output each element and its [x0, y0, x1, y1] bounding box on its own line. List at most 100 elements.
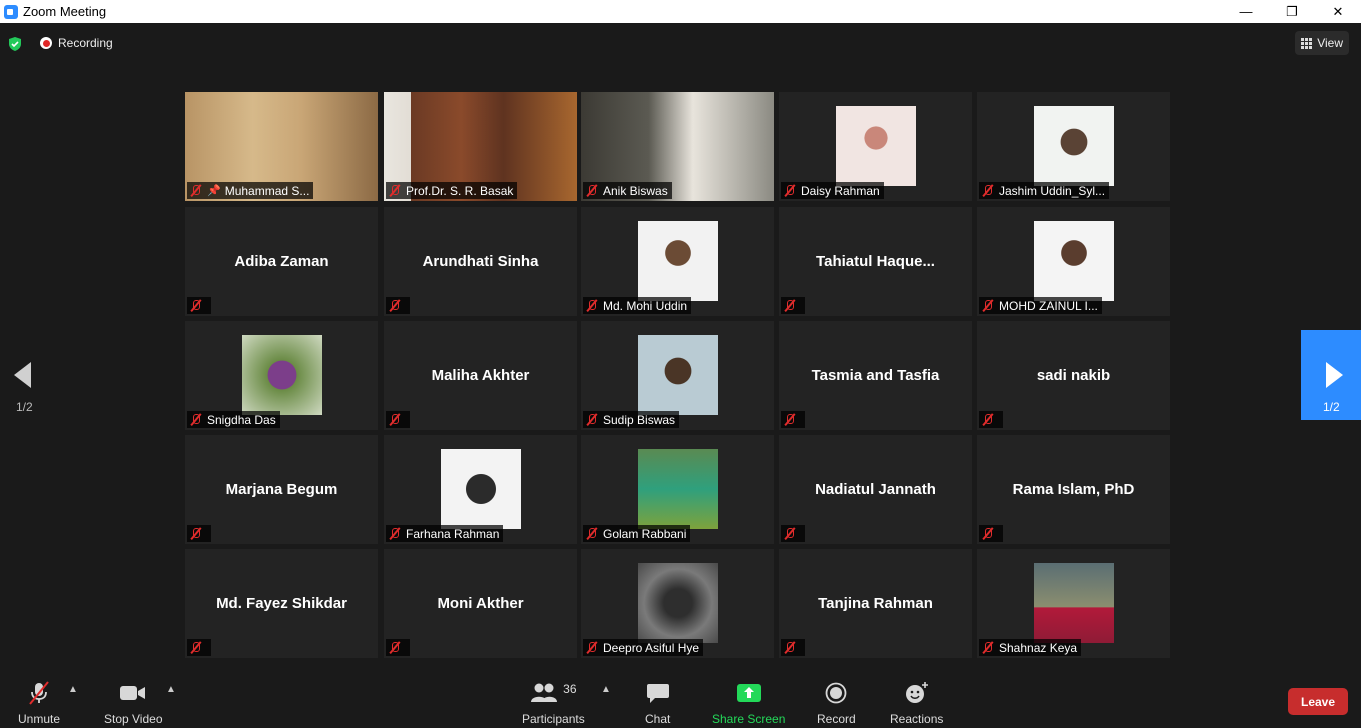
- participant-tile[interactable]: Deepro Asiful Hye: [581, 549, 774, 658]
- participant-name-label: Snigdha Das: [207, 412, 276, 427]
- unmute-button[interactable]: Unmute: [18, 680, 60, 726]
- participant-name-label: Sudip Biswas: [603, 412, 676, 427]
- participant-name-bar: [979, 411, 1003, 428]
- participant-name-bar: [781, 411, 805, 428]
- record-label: Record: [817, 712, 856, 726]
- participant-profile-photo: [1033, 106, 1114, 186]
- recording-dot-icon: [40, 37, 52, 49]
- participant-profile-photo: [1033, 563, 1114, 643]
- participant-tile[interactable]: Rama Islam, PhD: [977, 435, 1170, 544]
- meeting-toolbar: Unmute ▲ Stop Video ▲ 36 Participants ▲: [0, 670, 1361, 728]
- muted-mic-icon: [982, 299, 994, 312]
- record-icon: [825, 682, 847, 704]
- participant-name-label: Shahnaz Keya: [999, 640, 1078, 655]
- participant-tile[interactable]: Anik Biswas: [581, 92, 774, 201]
- participant-tile[interactable]: Prof.Dr. S. R. Basak: [384, 92, 577, 201]
- participant-tile[interactable]: Adiba Zaman: [185, 207, 378, 316]
- leave-button[interactable]: Leave: [1288, 688, 1348, 715]
- view-button[interactable]: View: [1295, 31, 1349, 55]
- participant-tile[interactable]: Arundhati Sinha: [384, 207, 577, 316]
- chat-button[interactable]: Chat: [645, 680, 670, 726]
- participant-display-name: Tasmia and Tasfia: [811, 367, 940, 384]
- reactions-button[interactable]: Reactions: [890, 680, 943, 726]
- participant-display-name: sadi nakib: [1036, 367, 1111, 384]
- participant-name-bar: Shahnaz Keya: [979, 639, 1082, 656]
- participant-name-bar: Golam Rabbani: [583, 525, 691, 542]
- participant-name-bar: [781, 639, 805, 656]
- participant-tile[interactable]: Daisy Rahman: [779, 92, 972, 201]
- participant-name-bar: Prof.Dr. S. R. Basak: [386, 182, 518, 199]
- minimize-button[interactable]: —: [1223, 0, 1269, 23]
- participant-name-label: Golam Rabbani: [603, 526, 687, 541]
- participant-name-bar: [187, 297, 211, 314]
- muted-mic-icon: [389, 527, 401, 540]
- participant-tile[interactable]: Md. Mohi Uddin: [581, 207, 774, 316]
- participant-tile[interactable]: Tanjina Rahman: [779, 549, 972, 658]
- participant-tile[interactable]: Snigdha Das: [185, 321, 378, 430]
- participants-options-caret-icon[interactable]: ▲: [601, 684, 611, 695]
- view-label: View: [1317, 36, 1343, 50]
- recording-indicator[interactable]: Recording: [40, 36, 113, 50]
- record-button[interactable]: Record: [817, 680, 856, 726]
- participant-name-bar: [979, 525, 1003, 542]
- participant-tile[interactable]: Sudip Biswas: [581, 321, 774, 430]
- participants-label: Participants: [522, 712, 585, 726]
- participant-tile[interactable]: Jashim Uddin_Syl...: [977, 92, 1170, 201]
- participant-name-bar: [386, 297, 410, 314]
- participants-button[interactable]: 36 Participants: [522, 680, 585, 726]
- video-options-caret-icon[interactable]: ▲: [166, 684, 176, 695]
- reactions-label: Reactions: [890, 712, 944, 726]
- participants-icon: [531, 683, 558, 702]
- participant-name-bar: Sudip Biswas: [583, 411, 680, 428]
- share-screen-button[interactable]: Share Screen: [712, 680, 785, 726]
- unmute-label: Unmute: [18, 712, 61, 726]
- participant-display-name: Nadiatul Jannath: [815, 481, 936, 498]
- participant-tile[interactable]: sadi nakib: [977, 321, 1170, 430]
- participant-name-label: Deepro Asiful Hye: [603, 640, 700, 655]
- participant-profile-photo: [637, 563, 718, 643]
- participant-tile[interactable]: Farhana Rahman: [384, 435, 577, 544]
- participant-tile[interactable]: Golam Rabbani: [581, 435, 774, 544]
- participant-name-label: Md. Mohi Uddin: [603, 298, 688, 313]
- previous-page-arrow-icon[interactable]: [14, 362, 31, 388]
- participant-name-bar: Deepro Asiful Hye: [583, 639, 704, 656]
- participant-name-bar: [386, 411, 410, 428]
- participant-tile[interactable]: Moni Akther: [384, 549, 577, 658]
- restore-button[interactable]: ❐: [1269, 0, 1315, 23]
- participant-display-name: Marjana Begum: [225, 481, 338, 498]
- participant-name-label: MOHD ZAINUL I...: [999, 298, 1098, 313]
- grid-view-icon: [1301, 37, 1313, 49]
- participant-profile-photo: [637, 449, 718, 529]
- participant-tile[interactable]: Nadiatul Jannath: [779, 435, 972, 544]
- participant-name-bar: [781, 525, 805, 542]
- participant-tile[interactable]: Tahiatul Haque...: [779, 207, 972, 316]
- muted-mic-icon: [586, 641, 598, 654]
- participant-tile[interactable]: Shahnaz Keya: [977, 549, 1170, 658]
- close-button[interactable]: ✕: [1315, 0, 1361, 23]
- muted-mic-icon: [784, 527, 796, 540]
- recording-label: Recording: [58, 36, 113, 50]
- stop-video-label: Stop Video: [104, 712, 163, 726]
- audio-options-caret-icon[interactable]: ▲: [68, 684, 78, 695]
- participant-tile[interactable]: Md. Fayez Shikdar: [185, 549, 378, 658]
- participant-profile-photo: [835, 106, 916, 186]
- participant-name-bar: Md. Mohi Uddin: [583, 297, 692, 314]
- muted-mic-icon: [784, 184, 796, 197]
- participant-tile[interactable]: 📌 Muhammad S...: [185, 92, 378, 201]
- next-page-button[interactable]: 1/2: [1301, 330, 1361, 420]
- muted-microphone-icon: [29, 681, 49, 705]
- muted-mic-icon: [982, 184, 994, 197]
- participant-tile[interactable]: Tasmia and Tasfia: [779, 321, 972, 430]
- participant-profile-photo: [637, 335, 718, 415]
- muted-mic-icon: [389, 299, 401, 312]
- stop-video-button[interactable]: Stop Video: [104, 680, 163, 726]
- encryption-shield-icon[interactable]: [8, 37, 22, 51]
- participant-name-label: Muhammad S...: [224, 183, 310, 198]
- smiley-plus-icon: [905, 682, 928, 703]
- video-camera-icon: [120, 686, 146, 700]
- participant-tile[interactable]: Maliha Akhter: [384, 321, 577, 430]
- participant-name-label: Prof.Dr. S. R. Basak: [406, 183, 514, 198]
- participant-name-bar: [781, 297, 805, 314]
- participant-tile[interactable]: MOHD ZAINUL I...: [977, 207, 1170, 316]
- participant-tile[interactable]: Marjana Begum: [185, 435, 378, 544]
